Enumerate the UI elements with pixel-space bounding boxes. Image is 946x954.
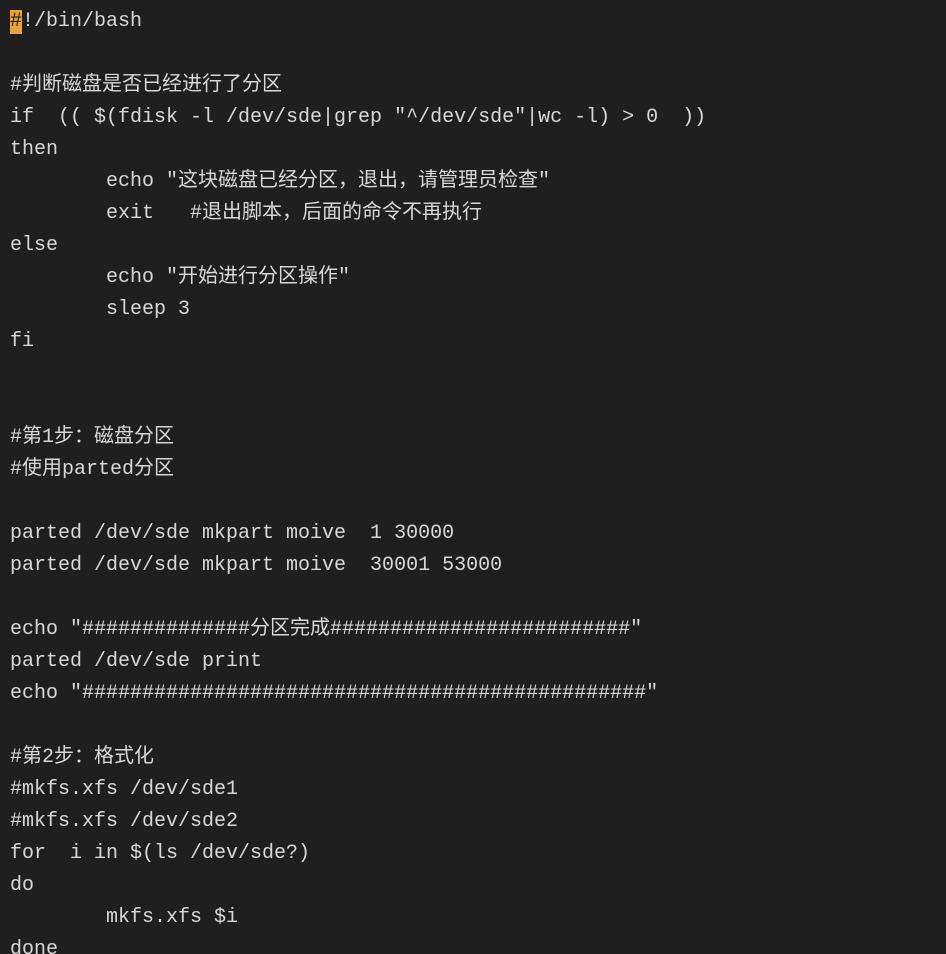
code-line: echo "开始进行分区操作": [10, 266, 350, 289]
code-line: !/bin/bash: [22, 10, 142, 33]
code-line: fi: [10, 330, 34, 353]
code-line: parted /dev/sde mkpart moive 30001 53000: [10, 554, 502, 577]
code-line: #判断磁盘是否已经进行了分区: [10, 74, 282, 97]
code-line: echo "##############分区完成################…: [10, 618, 642, 641]
code-line: else: [10, 234, 58, 257]
code-line: #使用parted分区: [10, 458, 174, 481]
code-line: parted /dev/sde print: [10, 650, 262, 673]
cursor: #: [10, 10, 22, 34]
code-line: echo "这块磁盘已经分区，退出，请管理员检查": [10, 170, 550, 193]
code-line: sleep 3: [10, 298, 190, 321]
code-line: for i in $(ls /dev/sde?): [10, 842, 310, 865]
code-line: mkfs.xfs $i: [10, 906, 238, 929]
code-line: #mkfs.xfs /dev/sde1: [10, 778, 238, 801]
code-line: echo "##################################…: [10, 682, 658, 705]
code-line: then: [10, 138, 58, 161]
code-line: parted /dev/sde mkpart moive 1 30000: [10, 522, 454, 545]
code-line: exit #退出脚本，后面的命令不再执行: [10, 202, 482, 225]
code-editor[interactable]: #!/bin/bash #判断磁盘是否已经进行了分区 if (( $(fdisk…: [0, 0, 946, 954]
code-line: #第2步：格式化: [10, 746, 154, 769]
code-line: do: [10, 874, 34, 897]
code-line: #第1步：磁盘分区: [10, 426, 174, 449]
code-line: if (( $(fdisk -l /dev/sde|grep "^/dev/sd…: [10, 106, 706, 129]
code-line: #mkfs.xfs /dev/sde2: [10, 810, 238, 833]
code-line: done: [10, 938, 58, 954]
